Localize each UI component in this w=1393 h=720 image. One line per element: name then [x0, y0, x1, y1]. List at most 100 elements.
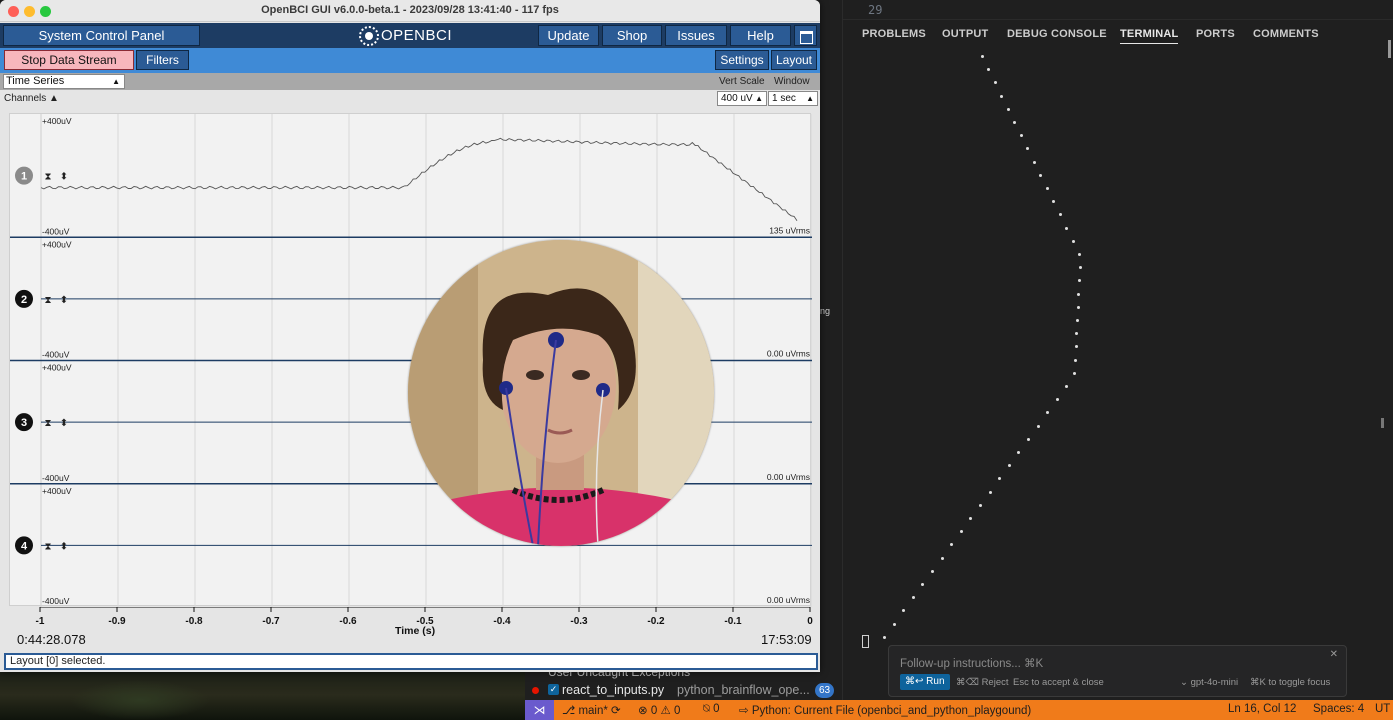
branch-indicator[interactable]: ⎇ main* ⟳: [562, 703, 621, 717]
cursor-position[interactable]: Ln 16, Col 12: [1228, 703, 1296, 715]
system-control-panel-button[interactable]: System Control Panel: [3, 25, 200, 46]
toolbar: Stop Data Stream Filters Settings Layout: [0, 48, 820, 73]
interpreter-indicator[interactable]: ⇨ Python: Current File (openbci_and_pyth…: [739, 703, 1031, 717]
x-tick-label: -0.3: [570, 616, 588, 627]
terminal-dot: [994, 81, 997, 84]
terminal-dot: [1008, 464, 1011, 467]
tab-debug-console[interactable]: DEBUG CONSOLE: [1007, 28, 1107, 40]
terminal-dot: [1039, 174, 1042, 177]
window-label: Window: [774, 76, 810, 87]
terminal-dot: [912, 596, 915, 599]
problems-indicator[interactable]: ⊗ 0 ⚠ 0: [638, 703, 680, 717]
breakpoint-line-badge: 63: [815, 683, 834, 698]
panel-tabs: PROBLEMS OUTPUT DEBUG CONSOLE TERMINAL P…: [843, 22, 1393, 48]
filters-button[interactable]: Filters: [136, 50, 189, 70]
checkbox-checked-icon[interactable]: ✓: [548, 684, 559, 695]
x-tick-label: -0.9: [108, 616, 126, 627]
channel-rms: 135 uVrms: [769, 225, 810, 235]
breakpoint-file: react_to_inputs.py: [562, 683, 665, 697]
reject-button[interactable]: ⌘⌫ Reject: [956, 677, 1009, 688]
channels-bar: Channels ▲ 400 uV ▲ 1 sec ▲: [0, 90, 820, 107]
screen: 29 PROBLEMS OUTPUT DEBUG CONSOLE TERMINA…: [0, 0, 1393, 720]
model-selector[interactable]: ⌄ gpt-4o-mini: [1180, 677, 1238, 688]
accept-hint: Esc to accept & close: [1013, 677, 1104, 688]
channel-rms: 0.00 uVrms: [767, 595, 810, 605]
status-bar: ⋊ ⎇ main* ⟳ ⊗ 0 ⚠ 0 ⍉ 0 ⇨ Python: Curren…: [525, 700, 1393, 720]
title-bar[interactable]: OpenBCI GUI v6.0.0-beta.1 - 2023/09/28 1…: [0, 0, 820, 22]
terminal-dot: [1007, 108, 1010, 111]
terminal-dot: [1075, 332, 1078, 335]
line-number: 29: [868, 3, 883, 17]
remote-icon[interactable]: ⋊: [525, 700, 554, 720]
terminal-dot: [998, 477, 1001, 480]
widget-selected: Time Series: [6, 75, 65, 87]
scale-icon: ⧗: [44, 541, 51, 552]
x-tick-label: -0.6: [339, 616, 357, 627]
terminal-dot: [1074, 359, 1077, 362]
channels-toggle[interactable]: Channels ▲: [4, 93, 59, 104]
channel-number: 1: [21, 171, 27, 183]
terminal-dot: [941, 557, 944, 560]
x-tick-label: -0.7: [262, 616, 280, 627]
widget-selector[interactable]: Time Series ▲: [3, 74, 125, 89]
stop-data-stream-button[interactable]: Stop Data Stream: [4, 50, 134, 70]
ports-indicator[interactable]: ⍉ 0: [703, 703, 720, 716]
tab-problems[interactable]: PROBLEMS: [862, 28, 926, 40]
channel-top-label: +400uV: [42, 363, 72, 373]
tab-terminal[interactable]: TERMINAL: [1120, 28, 1179, 44]
terminal-output[interactable]: [843, 48, 1393, 648]
window-layout-icon[interactable]: [794, 25, 817, 46]
caret-up-icon: ▲: [49, 93, 59, 104]
terminal-dot: [1077, 306, 1080, 309]
terminal-dot: [1027, 438, 1030, 441]
x-tick-label: -1: [36, 616, 45, 627]
start-time: 0:44:28.078: [17, 632, 86, 647]
indentation[interactable]: Spaces: 4: [1313, 703, 1364, 715]
close-icon[interactable]: ✕: [1330, 649, 1338, 660]
followup-input[interactable]: Follow-up instructions... ⌘K: [900, 656, 1043, 670]
terminal-dot: [1065, 385, 1068, 388]
settings-button[interactable]: Settings: [715, 50, 769, 70]
help-button[interactable]: Help: [730, 25, 791, 46]
channel-top-label: +400uV: [42, 239, 72, 249]
shop-button[interactable]: Shop: [602, 25, 662, 46]
window-value: 1 sec: [772, 93, 796, 104]
caret-icon: ▲: [806, 94, 814, 103]
terminal-dot: [1046, 187, 1049, 190]
channel-top-label: +400uV: [42, 486, 72, 496]
vert-scale-value: 400 uV: [721, 93, 753, 104]
terminal-dot: [1000, 95, 1003, 98]
tab-ports[interactable]: PORTS: [1196, 28, 1235, 40]
terminal-dot: [1056, 398, 1059, 401]
vert-scale-dropdown[interactable]: 400 uV ▲: [717, 91, 767, 106]
terminal-dot: [931, 570, 934, 573]
vert-scale-label: Vert Scale: [719, 76, 765, 87]
breakpoint-dot-icon: [532, 687, 539, 694]
window-title: OpenBCI GUI v6.0.0-beta.1 - 2023/09/28 1…: [261, 4, 559, 16]
drag-icon: ⬍: [60, 172, 68, 183]
x-tick-label: -0.8: [185, 616, 203, 627]
terminal-dot: [989, 491, 992, 494]
top-nav: System Control Panel OPENBCI Update Shop…: [0, 23, 820, 48]
run-button[interactable]: ⌘↩ Run: [900, 674, 950, 690]
update-button[interactable]: Update: [538, 25, 599, 46]
issues-button[interactable]: Issues: [665, 25, 727, 46]
channel-top-label: +400uV: [42, 116, 72, 126]
x-tick-label: -0.4: [493, 616, 511, 627]
terminal-dot: [1078, 279, 1081, 282]
caret-icon: ▲: [755, 94, 763, 103]
breakpoint-row[interactable]: ✓ react_to_inputs.py python_brainflow_op…: [525, 682, 843, 700]
tab-output[interactable]: OUTPUT: [942, 28, 988, 40]
encoding[interactable]: UT: [1375, 703, 1390, 715]
terminal-dot: [1077, 293, 1080, 296]
x-tick-label: -0.1: [724, 616, 742, 627]
x-axis-area: -1 -0.9 -0.8 -0.7 -0.6 -0.5 -0.4 -0.3 -0.2 -0.1 0 …: [0, 607, 820, 652]
tab-comments[interactable]: COMMENTS: [1253, 28, 1319, 40]
layout-button[interactable]: Layout: [771, 50, 817, 70]
window-dropdown[interactable]: 1 sec ▲: [768, 91, 818, 106]
terminal-dot: [1059, 213, 1062, 216]
webcam-overlay[interactable]: [408, 240, 714, 546]
terminal-dot: [921, 583, 924, 586]
terminal-dot: [1046, 411, 1049, 414]
channel-number: 4: [21, 540, 28, 552]
